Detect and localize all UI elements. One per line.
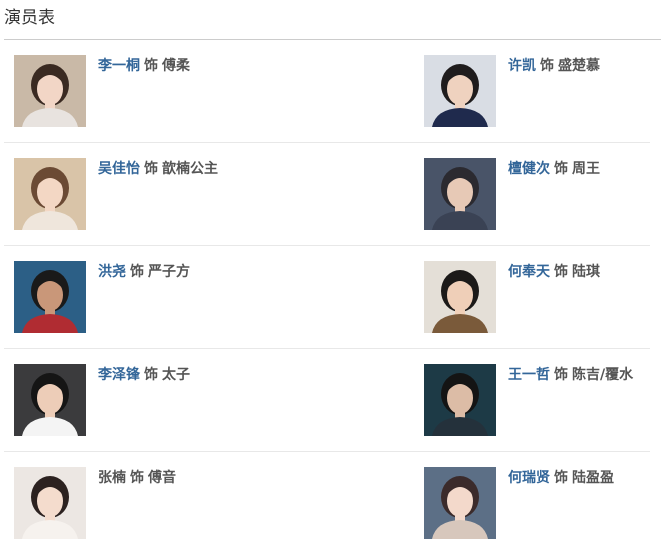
- cast-caption: 吴佳怡饰歆楠公主: [98, 160, 218, 178]
- cast-item: 张楠饰傅音: [14, 467, 409, 539]
- cast-row: 李一桐饰傅柔 许凯饰盛楚慕: [0, 40, 661, 143]
- role-name: 陈吉/覆水: [572, 367, 634, 383]
- actor-name-link[interactable]: 李一桐: [98, 58, 140, 74]
- cast-caption: 洪尧饰严子方: [98, 263, 190, 281]
- actor-photo[interactable]: [424, 467, 496, 539]
- actor-photo[interactable]: [14, 55, 86, 127]
- role-separator: 饰: [130, 264, 144, 280]
- role-separator: 饰: [144, 367, 158, 383]
- role-separator: 饰: [554, 161, 568, 177]
- cast-caption: 许凯饰盛楚慕: [508, 57, 600, 75]
- cast-item: 吴佳怡饰歆楠公主: [14, 158, 409, 230]
- actor-name-link[interactable]: 何奉天: [508, 264, 550, 280]
- actor-name-link[interactable]: 何瑞贤: [508, 470, 550, 486]
- actor-name-link[interactable]: 洪尧: [98, 264, 126, 280]
- role-name: 歆楠公主: [162, 161, 218, 177]
- cast-item: 檀健次饰周王: [424, 158, 654, 230]
- actor-photo[interactable]: [424, 158, 496, 230]
- role-name: 陆琪: [572, 264, 600, 280]
- role-name: 严子方: [148, 264, 190, 280]
- cast-list: 李一桐饰傅柔 许凯饰盛楚慕 吴佳怡饰歆楠公主 檀健次饰周王 洪尧饰严子方 何奉天饰陆琪 李泽…: [0, 40, 661, 555]
- actor-name: 张楠: [98, 470, 126, 486]
- actor-name-link[interactable]: 檀健次: [508, 161, 550, 177]
- cast-row: 洪尧饰严子方 何奉天饰陆琪: [0, 246, 661, 349]
- role-separator: 饰: [540, 58, 554, 74]
- cast-item: 何瑞贤饰陆盈盈: [424, 467, 654, 539]
- actor-name-link[interactable]: 许凯: [508, 58, 536, 74]
- role-separator: 饰: [554, 264, 568, 280]
- role-name: 周王: [572, 161, 600, 177]
- cast-item: 洪尧饰严子方: [14, 261, 409, 333]
- cast-caption: 檀健次饰周王: [508, 160, 600, 178]
- cast-row: 吴佳怡饰歆楠公主 檀健次饰周王: [0, 143, 661, 246]
- cast-item: 何奉天饰陆琪: [424, 261, 654, 333]
- actor-photo[interactable]: [14, 467, 86, 539]
- cast-item: 王一哲饰陈吉/覆水: [424, 364, 654, 436]
- actor-photo[interactable]: [14, 364, 86, 436]
- role-separator: 饰: [554, 367, 568, 383]
- cast-caption: 张楠饰傅音: [98, 469, 176, 487]
- cast-item: 许凯饰盛楚慕: [424, 55, 654, 127]
- actor-photo[interactable]: [14, 261, 86, 333]
- role-separator: 饰: [130, 470, 144, 486]
- cast-item: 李泽锋饰太子: [14, 364, 409, 436]
- actor-photo[interactable]: [14, 158, 86, 230]
- actor-name-link[interactable]: 吴佳怡: [98, 161, 140, 177]
- cast-caption: 何奉天饰陆琪: [508, 263, 600, 281]
- role-name: 太子: [162, 367, 190, 383]
- role-name: 陆盈盈: [572, 470, 614, 486]
- cast-item: 李一桐饰傅柔: [14, 55, 409, 127]
- actor-photo[interactable]: [424, 261, 496, 333]
- cast-caption: 李一桐饰傅柔: [98, 57, 190, 75]
- cast-row: 张楠饰傅音 何瑞贤饰陆盈盈: [0, 452, 661, 555]
- cast-caption: 王一哲饰陈吉/覆水: [508, 366, 633, 384]
- cast-row: 李泽锋饰太子 王一哲饰陈吉/覆水: [0, 349, 661, 452]
- actor-photo[interactable]: [424, 55, 496, 127]
- cast-caption: 李泽锋饰太子: [98, 366, 190, 384]
- role-separator: 饰: [554, 470, 568, 486]
- role-name: 傅音: [148, 470, 176, 486]
- role-name: 傅柔: [162, 58, 190, 74]
- actor-photo[interactable]: [424, 364, 496, 436]
- cast-caption: 何瑞贤饰陆盈盈: [508, 469, 614, 487]
- role-separator: 饰: [144, 161, 158, 177]
- role-name: 盛楚慕: [558, 58, 600, 74]
- actor-name-link[interactable]: 李泽锋: [98, 367, 140, 383]
- section-title: 演员表: [4, 8, 55, 28]
- role-separator: 饰: [144, 58, 158, 74]
- actor-name-link[interactable]: 王一哲: [508, 367, 550, 383]
